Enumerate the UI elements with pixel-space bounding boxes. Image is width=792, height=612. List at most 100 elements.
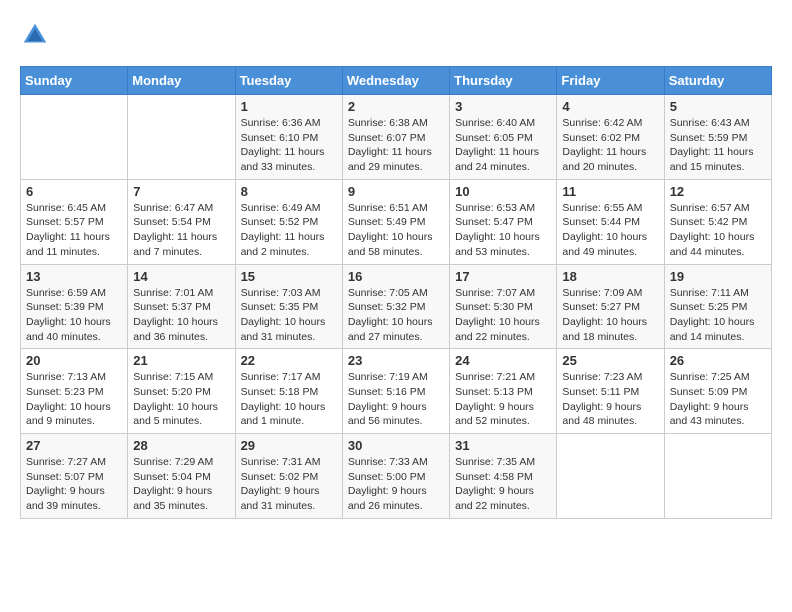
day-number: 5 bbox=[670, 99, 766, 114]
day-info: Sunrise: 7:25 AMSunset: 5:09 PMDaylight:… bbox=[670, 370, 766, 429]
day-info: Sunrise: 7:35 AMSunset: 4:58 PMDaylight:… bbox=[455, 455, 551, 514]
day-number: 6 bbox=[26, 184, 122, 199]
day-info: Sunrise: 6:53 AMSunset: 5:47 PMDaylight:… bbox=[455, 201, 551, 260]
day-number: 29 bbox=[241, 438, 337, 453]
weekday-header-tuesday: Tuesday bbox=[235, 67, 342, 95]
calendar-cell bbox=[557, 434, 664, 519]
day-info: Sunrise: 6:47 AMSunset: 5:54 PMDaylight:… bbox=[133, 201, 229, 260]
calendar-cell: 31Sunrise: 7:35 AMSunset: 4:58 PMDayligh… bbox=[450, 434, 557, 519]
day-number: 20 bbox=[26, 353, 122, 368]
day-info: Sunrise: 7:11 AMSunset: 5:25 PMDaylight:… bbox=[670, 286, 766, 345]
calendar-cell: 2 Sunrise: 6:38 AMSunset: 6:07 PMDaylight… bbox=[342, 95, 449, 180]
day-info: Sunrise: 6:38 AMSunset: 6:07 PMDaylight:… bbox=[348, 116, 444, 175]
calendar-cell: 5 Sunrise: 6:43 AMSunset: 5:59 PMDaylight… bbox=[664, 95, 771, 180]
calendar-week-5: 27Sunrise: 7:27 AMSunset: 5:07 PMDayligh… bbox=[21, 434, 772, 519]
calendar-cell: 16Sunrise: 7:05 AMSunset: 5:32 PMDayligh… bbox=[342, 264, 449, 349]
day-info: Sunrise: 7:21 AMSunset: 5:13 PMDaylight:… bbox=[455, 370, 551, 429]
page-header bbox=[20, 20, 772, 50]
calendar-cell: 9Sunrise: 6:51 AMSunset: 5:49 PMDaylight… bbox=[342, 179, 449, 264]
calendar-cell: 24 Sunrise: 7:21 AMSunset: 5:13 PMDayligh… bbox=[450, 349, 557, 434]
calendar-body: 1Sunrise: 6:36 AMSunset: 6:10 PMDaylight… bbox=[21, 95, 772, 519]
calendar-cell: 28 Sunrise: 7:29 AMSunset: 5:04 PMDayligh… bbox=[128, 434, 235, 519]
day-info: Sunrise: 7:17 AMSunset: 5:18 PMDaylight:… bbox=[241, 370, 337, 429]
calendar-cell: 20 Sunrise: 7:13 AMSunset: 5:23 PMDayligh… bbox=[21, 349, 128, 434]
day-number: 15 bbox=[241, 269, 337, 284]
calendar-cell bbox=[21, 95, 128, 180]
day-number: 25 bbox=[562, 353, 658, 368]
day-info: Sunrise: 7:27 AMSunset: 5:07 PMDaylight:… bbox=[26, 455, 122, 514]
day-info: Sunrise: 7:15 AMSunset: 5:20 PMDaylight:… bbox=[133, 370, 229, 429]
day-number: 24 bbox=[455, 353, 551, 368]
day-info: Sunrise: 6:49 AMSunset: 5:52 PMDaylight:… bbox=[241, 201, 337, 260]
calendar-cell: 13 Sunrise: 6:59 AMSunset: 5:39 PMDayligh… bbox=[21, 264, 128, 349]
weekday-header-wednesday: Wednesday bbox=[342, 67, 449, 95]
day-number: 11 bbox=[562, 184, 658, 199]
day-number: 14 bbox=[133, 269, 229, 284]
day-number: 28 bbox=[133, 438, 229, 453]
day-number: 16 bbox=[348, 269, 444, 284]
calendar-week-1: 1Sunrise: 6:36 AMSunset: 6:10 PMDaylight… bbox=[21, 95, 772, 180]
weekday-header-saturday: Saturday bbox=[664, 67, 771, 95]
day-number: 4 bbox=[562, 99, 658, 114]
day-info: Sunrise: 7:31 AMSunset: 5:02 PMDaylight:… bbox=[241, 455, 337, 514]
day-info: Sunrise: 6:55 AMSunset: 5:44 PMDaylight:… bbox=[562, 201, 658, 260]
day-number: 22 bbox=[241, 353, 337, 368]
day-info: Sunrise: 7:19 AMSunset: 5:16 PMDaylight:… bbox=[348, 370, 444, 429]
calendar-week-4: 20 Sunrise: 7:13 AMSunset: 5:23 PMDayligh… bbox=[21, 349, 772, 434]
day-info: Sunrise: 6:59 AMSunset: 5:39 PMDaylight:… bbox=[26, 286, 122, 345]
calendar-cell: 30Sunrise: 7:33 AMSunset: 5:00 PMDayligh… bbox=[342, 434, 449, 519]
day-info: Sunrise: 6:45 AMSunset: 5:57 PMDaylight:… bbox=[26, 201, 122, 260]
calendar-cell: 1Sunrise: 6:36 AMSunset: 6:10 PMDaylight… bbox=[235, 95, 342, 180]
calendar-cell bbox=[664, 434, 771, 519]
day-info: Sunrise: 7:09 AMSunset: 5:27 PMDaylight:… bbox=[562, 286, 658, 345]
day-info: Sunrise: 7:13 AMSunset: 5:23 PMDaylight:… bbox=[26, 370, 122, 429]
day-info: Sunrise: 7:23 AMSunset: 5:11 PMDaylight:… bbox=[562, 370, 658, 429]
day-info: Sunrise: 7:07 AMSunset: 5:30 PMDaylight:… bbox=[455, 286, 551, 345]
day-info: Sunrise: 7:33 AMSunset: 5:00 PMDaylight:… bbox=[348, 455, 444, 514]
calendar-week-2: 6 Sunrise: 6:45 AMSunset: 5:57 PMDaylight… bbox=[21, 179, 772, 264]
calendar-cell: 17 Sunrise: 7:07 AMSunset: 5:30 PMDayligh… bbox=[450, 264, 557, 349]
calendar-cell: 6 Sunrise: 6:45 AMSunset: 5:57 PMDaylight… bbox=[21, 179, 128, 264]
logo bbox=[20, 20, 54, 50]
calendar-cell: 15 Sunrise: 7:03 AMSunset: 5:35 PMDayligh… bbox=[235, 264, 342, 349]
calendar-header: SundayMondayTuesdayWednesdayThursdayFrid… bbox=[21, 67, 772, 95]
day-number: 7 bbox=[133, 184, 229, 199]
day-number: 19 bbox=[670, 269, 766, 284]
day-number: 18 bbox=[562, 269, 658, 284]
calendar-cell: 14 Sunrise: 7:01 AMSunset: 5:37 PMDayligh… bbox=[128, 264, 235, 349]
day-info: Sunrise: 7:03 AMSunset: 5:35 PMDaylight:… bbox=[241, 286, 337, 345]
day-info: Sunrise: 6:51 AMSunset: 5:49 PMDaylight:… bbox=[348, 201, 444, 260]
calendar-cell: 27Sunrise: 7:27 AMSunset: 5:07 PMDayligh… bbox=[21, 434, 128, 519]
calendar-cell: 12Sunrise: 6:57 AMSunset: 5:42 PMDayligh… bbox=[664, 179, 771, 264]
day-info: Sunrise: 6:43 AMSunset: 5:59 PMDaylight:… bbox=[670, 116, 766, 175]
calendar-cell: 22 Sunrise: 7:17 AMSunset: 5:18 PMDayligh… bbox=[235, 349, 342, 434]
calendar-week-3: 13 Sunrise: 6:59 AMSunset: 5:39 PMDayligh… bbox=[21, 264, 772, 349]
day-number: 10 bbox=[455, 184, 551, 199]
weekday-header-sunday: Sunday bbox=[21, 67, 128, 95]
weekday-header-friday: Friday bbox=[557, 67, 664, 95]
calendar-cell: 19 Sunrise: 7:11 AMSunset: 5:25 PMDayligh… bbox=[664, 264, 771, 349]
weekday-row: SundayMondayTuesdayWednesdayThursdayFrid… bbox=[21, 67, 772, 95]
calendar-cell: 4 Sunrise: 6:42 AMSunset: 6:02 PMDaylight… bbox=[557, 95, 664, 180]
calendar-cell bbox=[128, 95, 235, 180]
calendar-cell: 29 Sunrise: 7:31 AMSunset: 5:02 PMDayligh… bbox=[235, 434, 342, 519]
day-number: 2 bbox=[348, 99, 444, 114]
calendar-cell: 25 Sunrise: 7:23 AMSunset: 5:11 PMDayligh… bbox=[557, 349, 664, 434]
calendar-cell: 3Sunrise: 6:40 AMSunset: 6:05 PMDaylight… bbox=[450, 95, 557, 180]
calendar-cell: 23 Sunrise: 7:19 AMSunset: 5:16 PMDayligh… bbox=[342, 349, 449, 434]
calendar-table: SundayMondayTuesdayWednesdayThursdayFrid… bbox=[20, 66, 772, 519]
day-number: 21 bbox=[133, 353, 229, 368]
day-number: 13 bbox=[26, 269, 122, 284]
day-number: 23 bbox=[348, 353, 444, 368]
calendar-cell: 10 Sunrise: 6:53 AMSunset: 5:47 PMDayligh… bbox=[450, 179, 557, 264]
day-number: 26 bbox=[670, 353, 766, 368]
day-number: 17 bbox=[455, 269, 551, 284]
weekday-header-monday: Monday bbox=[128, 67, 235, 95]
calendar-cell: 11 Sunrise: 6:55 AMSunset: 5:44 PMDayligh… bbox=[557, 179, 664, 264]
day-info: Sunrise: 6:36 AMSunset: 6:10 PMDaylight:… bbox=[241, 116, 337, 175]
day-info: Sunrise: 7:29 AMSunset: 5:04 PMDaylight:… bbox=[133, 455, 229, 514]
logo-icon bbox=[20, 20, 50, 50]
day-info: Sunrise: 7:01 AMSunset: 5:37 PMDaylight:… bbox=[133, 286, 229, 345]
calendar-cell: 7 Sunrise: 6:47 AMSunset: 5:54 PMDaylight… bbox=[128, 179, 235, 264]
day-info: Sunrise: 6:42 AMSunset: 6:02 PMDaylight:… bbox=[562, 116, 658, 175]
